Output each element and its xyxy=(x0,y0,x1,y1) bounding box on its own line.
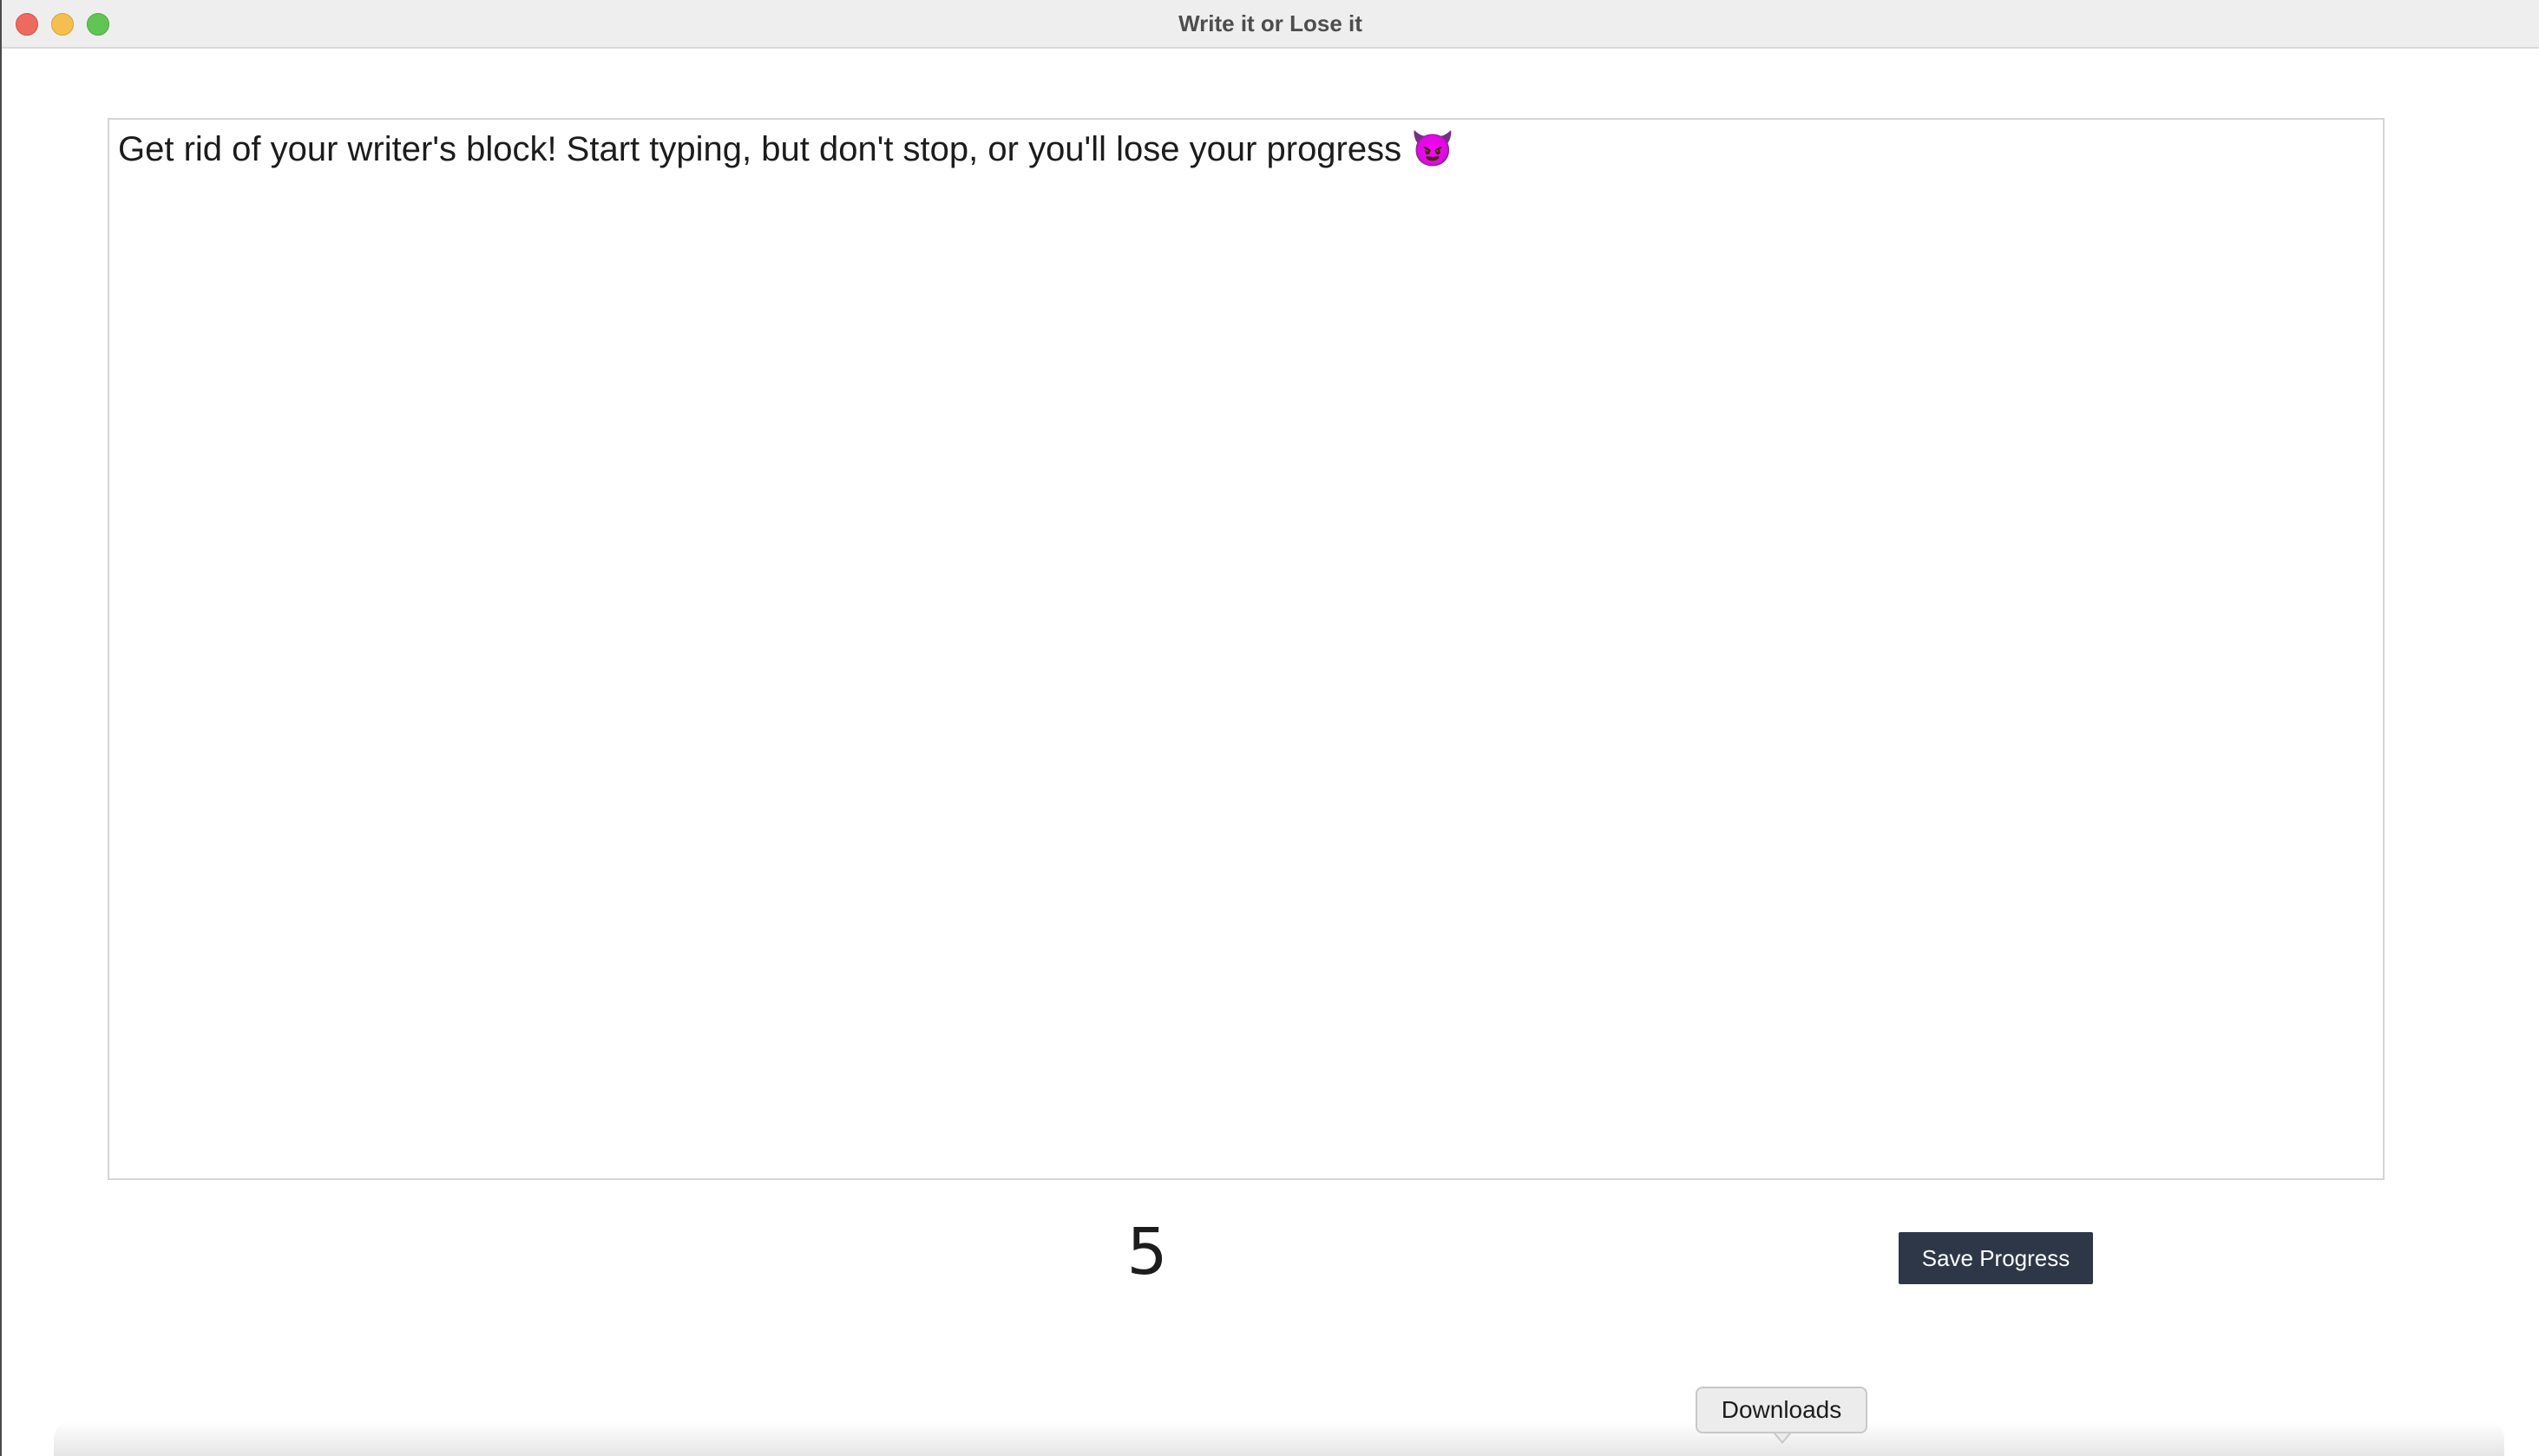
downloads-tooltip: Downloads xyxy=(1696,1387,1867,1433)
window-title: Write it or Lose it xyxy=(1178,10,1362,36)
title-bar[interactable]: Write it or Lose it xyxy=(2,0,2539,49)
dock-shadow xyxy=(54,1421,2504,1456)
app-window: Write it or Lose it 5 Save Progress Down… xyxy=(0,0,2539,1456)
countdown-timer: 5 xyxy=(1126,1215,1168,1289)
save-progress-button[interactable]: Save Progress xyxy=(1899,1232,2093,1284)
writing-textarea[interactable] xyxy=(108,118,2385,1180)
